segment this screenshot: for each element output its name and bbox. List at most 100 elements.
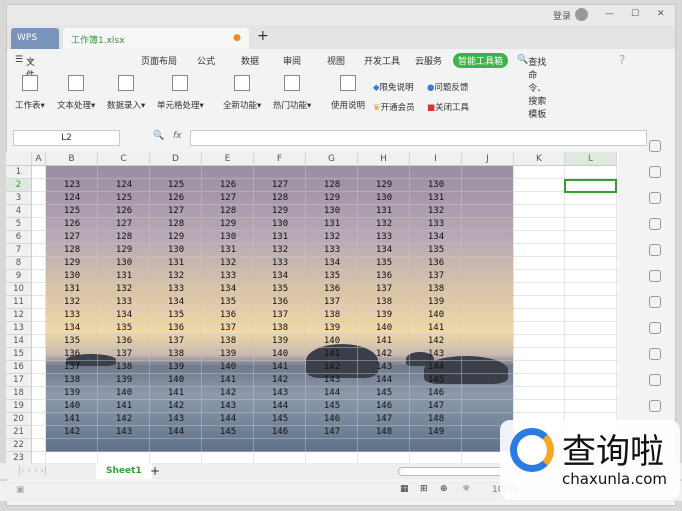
cell-B12[interactable]: 133 bbox=[46, 309, 98, 322]
login-link[interactable]: 登录 bbox=[553, 9, 571, 22]
cell-I17[interactable]: 145 bbox=[410, 374, 462, 387]
row-header-16[interactable]: 16 bbox=[6, 361, 32, 374]
cell-B3[interactable]: 124 bbox=[46, 192, 98, 205]
cell-F11[interactable]: 136 bbox=[254, 296, 306, 309]
new-features-button[interactable]: 全新功能▾ bbox=[223, 75, 261, 111]
cell-B13[interactable]: 134 bbox=[46, 322, 98, 335]
cell-E12[interactable]: 136 bbox=[202, 309, 254, 322]
formula-input[interactable] bbox=[190, 130, 647, 146]
row-header-21[interactable]: 21 bbox=[6, 426, 32, 439]
cell-G3[interactable]: 129 bbox=[306, 192, 358, 205]
cell-C12[interactable]: 134 bbox=[98, 309, 150, 322]
row-header-18[interactable]: 18 bbox=[6, 387, 32, 400]
cell-C19[interactable]: 141 bbox=[98, 400, 150, 413]
cell-G15[interactable]: 141 bbox=[306, 348, 358, 361]
close-button[interactable]: ✕ bbox=[657, 9, 665, 19]
cell-E14[interactable]: 138 bbox=[202, 335, 254, 348]
cell-D14[interactable]: 137 bbox=[150, 335, 202, 348]
cell-D16[interactable]: 139 bbox=[150, 361, 202, 374]
cell-D5[interactable]: 128 bbox=[150, 218, 202, 231]
cell-E6[interactable]: 130 bbox=[202, 231, 254, 244]
menu-formula[interactable]: 公式 bbox=[197, 54, 215, 67]
cell-C9[interactable]: 131 bbox=[98, 270, 150, 283]
row-header-9[interactable]: 9 bbox=[6, 270, 32, 283]
cell-C3[interactable]: 125 bbox=[98, 192, 150, 205]
cell-E2[interactable]: 126 bbox=[202, 179, 254, 192]
menu-cloud[interactable]: 云服务 bbox=[415, 54, 442, 67]
cell-E20[interactable]: 144 bbox=[202, 413, 254, 426]
cell-F2[interactable]: 127 bbox=[254, 179, 306, 192]
cell-D2[interactable]: 125 bbox=[150, 179, 202, 192]
column-header-J[interactable]: J bbox=[462, 152, 514, 166]
cell-B2[interactable]: 123 bbox=[46, 179, 98, 192]
menu-developer[interactable]: 开发工具 bbox=[364, 54, 400, 67]
apps-icon[interactable] bbox=[649, 400, 661, 412]
cell-G21[interactable]: 147 bbox=[306, 426, 358, 439]
cell-D4[interactable]: 127 bbox=[150, 205, 202, 218]
cell-F3[interactable]: 128 bbox=[254, 192, 306, 205]
cell-G19[interactable]: 145 bbox=[306, 400, 358, 413]
cell-I6[interactable]: 134 bbox=[410, 231, 462, 244]
normal-view-icon[interactable]: ▦ bbox=[400, 484, 409, 494]
row-header-4[interactable]: 4 bbox=[6, 205, 32, 218]
cell-B9[interactable]: 130 bbox=[46, 270, 98, 283]
row-header-12[interactable]: 12 bbox=[6, 309, 32, 322]
cell-B6[interactable]: 127 bbox=[46, 231, 98, 244]
cell-C20[interactable]: 142 bbox=[98, 413, 150, 426]
cell-D7[interactable]: 130 bbox=[150, 244, 202, 257]
column-header-I[interactable]: I bbox=[410, 152, 462, 166]
cell-E9[interactable]: 133 bbox=[202, 270, 254, 283]
cell-C15[interactable]: 137 bbox=[98, 348, 150, 361]
cell-E18[interactable]: 142 bbox=[202, 387, 254, 400]
cell-H8[interactable]: 135 bbox=[358, 257, 410, 270]
help-icon[interactable] bbox=[649, 296, 661, 308]
cell-D17[interactable]: 140 bbox=[150, 374, 202, 387]
cell-I12[interactable]: 140 bbox=[410, 309, 462, 322]
cell-E15[interactable]: 139 bbox=[202, 348, 254, 361]
feedback-link[interactable]: ●问题反馈 bbox=[427, 81, 468, 93]
cell-H4[interactable]: 131 bbox=[358, 205, 410, 218]
cell-D10[interactable]: 133 bbox=[150, 283, 202, 296]
row-header-5[interactable]: 5 bbox=[6, 218, 32, 231]
fx-button[interactable]: fx bbox=[173, 131, 182, 141]
cell-B10[interactable]: 131 bbox=[46, 283, 98, 296]
cell-D6[interactable]: 129 bbox=[150, 231, 202, 244]
cell-H13[interactable]: 140 bbox=[358, 322, 410, 335]
cell-F7[interactable]: 132 bbox=[254, 244, 306, 257]
cell-I5[interactable]: 133 bbox=[410, 218, 462, 231]
cell-H9[interactable]: 136 bbox=[358, 270, 410, 283]
cell-H7[interactable]: 134 bbox=[358, 244, 410, 257]
row-header-15[interactable]: 15 bbox=[6, 348, 32, 361]
cell-E13[interactable]: 137 bbox=[202, 322, 254, 335]
cell-B17[interactable]: 138 bbox=[46, 374, 98, 387]
cell-H2[interactable]: 129 bbox=[358, 179, 410, 192]
cell-D18[interactable]: 141 bbox=[150, 387, 202, 400]
row-header-10[interactable]: 10 bbox=[6, 283, 32, 296]
menu-page-layout[interactable]: 页面布局 bbox=[141, 54, 177, 67]
image-icon[interactable] bbox=[649, 244, 661, 256]
property-icon[interactable] bbox=[649, 218, 661, 230]
selected-cell-L2[interactable] bbox=[564, 179, 617, 193]
cell-H18[interactable]: 145 bbox=[358, 387, 410, 400]
cell-E17[interactable]: 141 bbox=[202, 374, 254, 387]
cell-G18[interactable]: 144 bbox=[306, 387, 358, 400]
tab-document[interactable]: 工作簿1.xlsx ● bbox=[63, 28, 249, 49]
cell-B4[interactable]: 125 bbox=[46, 205, 98, 218]
text-process-button[interactable]: 文本处理▾ bbox=[57, 75, 95, 111]
cell-F4[interactable]: 129 bbox=[254, 205, 306, 218]
help-icon[interactable]: ? bbox=[619, 53, 625, 67]
tab-wps[interactable]: WPS bbox=[11, 28, 59, 49]
column-header-D[interactable]: D bbox=[150, 152, 202, 166]
close-tools-link[interactable]: ■关闭工具 bbox=[427, 101, 469, 113]
row-header-19[interactable]: 19 bbox=[6, 400, 32, 413]
cell-H16[interactable]: 143 bbox=[358, 361, 410, 374]
cell-G9[interactable]: 135 bbox=[306, 270, 358, 283]
style-icon[interactable] bbox=[649, 166, 661, 178]
cell-G10[interactable]: 136 bbox=[306, 283, 358, 296]
cell-B20[interactable]: 141 bbox=[46, 413, 98, 426]
cell-G13[interactable]: 139 bbox=[306, 322, 358, 335]
row-header-11[interactable]: 11 bbox=[6, 296, 32, 309]
cell-G14[interactable]: 140 bbox=[306, 335, 358, 348]
cell-G8[interactable]: 134 bbox=[306, 257, 358, 270]
cell-G17[interactable]: 143 bbox=[306, 374, 358, 387]
